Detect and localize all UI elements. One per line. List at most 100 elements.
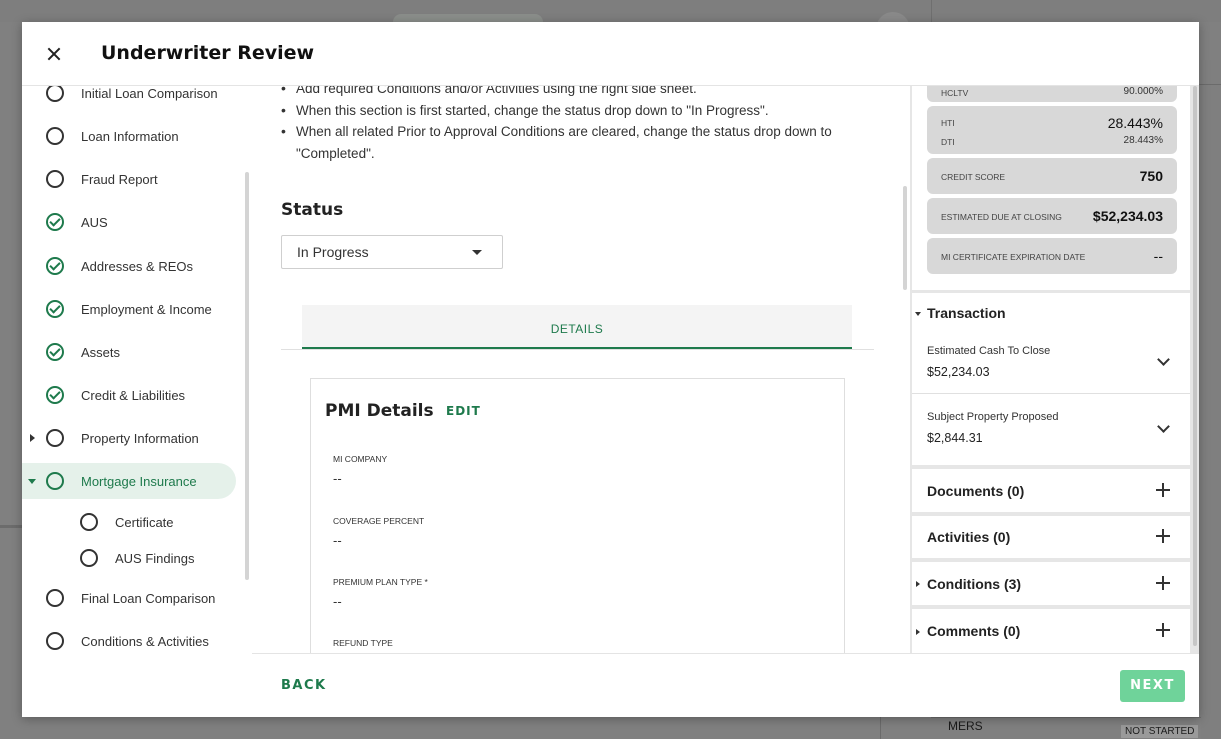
tab-divider <box>281 349 874 350</box>
transaction-section: Transaction Estimated Cash To Close $52,… <box>912 293 1190 465</box>
nav-item-label: Credit & Liabilities <box>81 387 186 403</box>
section-nav: Initial Loan Comparison Loan Information… <box>22 86 252 653</box>
background-status-badge: NOT STARTED <box>1121 725 1199 738</box>
nav-item-mortgage-insurance[interactable]: Mortgage Insurance <box>22 463 236 499</box>
tab-bar: DETAILS <box>302 305 852 349</box>
status-dropdown[interactable]: In Progress <box>281 235 503 269</box>
modal-title: Underwriter Review <box>101 42 315 64</box>
cash-to-close-row[interactable]: Estimated Cash To Close $52,234.03 <box>912 339 1190 394</box>
caret-right-icon[interactable] <box>30 434 35 442</box>
add-condition-icon[interactable] <box>1156 576 1170 590</box>
mi-company-value: -- <box>333 471 342 486</box>
documents-section[interactable]: Documents (0) <box>912 469 1190 512</box>
scrollbar-thumb[interactable] <box>1193 86 1197 646</box>
next-button[interactable]: NEXT <box>1120 670 1185 702</box>
conditions-title[interactable]: Conditions (3) <box>927 576 1021 592</box>
nav-item-assets[interactable]: Assets <box>22 334 236 370</box>
nav-item-property-information[interactable]: Property Information <box>22 420 236 456</box>
tab-details[interactable]: DETAILS <box>302 305 852 349</box>
instructions-list: Add required Conditions and/or Activitie… <box>281 86 876 164</box>
subject-property-row[interactable]: Subject Property Proposed $2,844.31 <box>912 396 1190 462</box>
estimated-due-value: $52,234.03 <box>1092 208 1163 224</box>
caret-down-icon[interactable] <box>915 312 921 316</box>
status-empty-icon <box>46 632 64 650</box>
activities-title[interactable]: Activities (0) <box>927 529 1010 545</box>
dropdown-arrow-icon <box>472 250 482 255</box>
nav-item-label: Employment & Income <box>81 301 212 317</box>
chevron-down-icon[interactable] <box>1157 353 1170 366</box>
pmi-details-card: PMI Details EDIT MI COMPANY -- COVERAGE … <box>310 378 845 653</box>
cash-to-close-label: Estimated Cash To Close <box>927 345 1051 357</box>
chevron-down-icon[interactable] <box>1157 420 1170 433</box>
premium-plan-type-label: PREMIUM PLAN TYPE * <box>333 577 428 587</box>
nav-item-final-loan-comparison[interactable]: Final Loan Comparison <box>22 580 236 616</box>
check-circle-icon <box>46 300 64 318</box>
check-circle-icon <box>46 343 64 361</box>
nav-item-addresses-reos[interactable]: Addresses & REOs <box>22 248 236 284</box>
comments-section[interactable]: Comments (0) <box>912 609 1190 653</box>
close-icon[interactable] <box>42 42 66 66</box>
coverage-percent-label: COVERAGE PERCENT <box>333 516 425 526</box>
check-circle-icon <box>46 213 64 231</box>
caret-right-icon[interactable] <box>916 629 920 635</box>
add-document-icon[interactable] <box>1156 483 1170 497</box>
nav-item-credit-liabilities[interactable]: Credit & Liabilities <box>22 377 236 413</box>
content-scrollbar[interactable] <box>903 186 907 290</box>
credit-score-label: CREDIT SCORE <box>941 172 1006 182</box>
check-circle-icon <box>46 257 64 275</box>
nav-item-label: Property Information <box>81 430 199 446</box>
background-bottom-line <box>880 717 881 739</box>
back-button[interactable]: BACK <box>281 678 327 693</box>
premium-plan-type-value: -- <box>333 594 342 609</box>
nav-item-initial-loan-comparison[interactable]: Initial Loan Comparison <box>22 86 236 111</box>
side-sheet-scrollbar[interactable] <box>1191 86 1199 653</box>
activities-section[interactable]: Activities (0) <box>912 516 1190 558</box>
add-comment-icon[interactable] <box>1156 623 1170 637</box>
nav-item-loan-information[interactable]: Loan Information <box>22 118 236 154</box>
background-right-line <box>1199 84 1221 85</box>
nav-scrollbar[interactable] <box>245 172 249 580</box>
hti-value: 28.443% <box>1107 115 1163 131</box>
nav-item-employment-income[interactable]: Employment & Income <box>22 291 236 327</box>
add-activity-icon[interactable] <box>1156 529 1170 543</box>
transaction-title[interactable]: Transaction <box>927 305 1006 321</box>
nav-subitem-certificate[interactable]: Certificate <box>22 504 236 540</box>
ltv-value: 90.000% <box>1123 86 1163 97</box>
loan-metrics: HCLTV 90.000% HTI 28.443% DTI 28.443% CR… <box>912 86 1190 290</box>
comments-title[interactable]: Comments (0) <box>927 623 1020 639</box>
mi-expiration-label: MI CERTIFICATE EXPIRATION DATE <box>941 252 1086 262</box>
subject-property-value: $2,844.31 <box>927 431 983 445</box>
coverage-percent-value: -- <box>333 533 342 548</box>
nav-item-label: Certificate <box>115 514 174 530</box>
nav-item-aus[interactable]: AUS <box>22 204 236 240</box>
credit-score-metric: CREDIT SCORE 750 <box>927 158 1177 194</box>
modal-header: Underwriter Review <box>22 22 1199 86</box>
caret-down-icon[interactable] <box>28 478 36 484</box>
status-empty-icon <box>46 170 64 188</box>
nav-subitem-aus-findings[interactable]: AUS Findings <box>22 540 236 576</box>
nav-item-label: Fraud Report <box>81 171 158 187</box>
background-topbar <box>0 0 1221 22</box>
main-content: Add required Conditions and/or Activitie… <box>252 86 912 653</box>
status-empty-icon <box>46 472 64 490</box>
pmi-edit-button[interactable]: EDIT <box>446 404 481 418</box>
caret-right-icon[interactable] <box>916 581 920 587</box>
nav-item-fraud-report[interactable]: Fraud Report <box>22 161 236 197</box>
nav-item-label: AUS Findings <box>115 550 195 566</box>
instruction-item: When this section is first started, chan… <box>281 100 876 122</box>
status-empty-icon <box>46 589 64 607</box>
ltv-metric: HCLTV 90.000% <box>927 86 1177 102</box>
nav-item-label: Assets <box>81 344 121 360</box>
conditions-section[interactable]: Conditions (3) <box>912 562 1190 605</box>
nav-item-conditions-activities[interactable]: Conditions & Activities <box>22 623 236 653</box>
instruction-item: When all related Prior to Approval Condi… <box>281 121 876 164</box>
status-empty-icon <box>46 127 64 145</box>
background-divider-left <box>0 525 22 528</box>
nav-item-label: Loan Information <box>81 128 179 144</box>
nav-item-label: AUS <box>81 214 108 230</box>
status-empty-icon <box>80 549 98 567</box>
instruction-item: Add required Conditions and/or Activitie… <box>281 86 876 100</box>
mi-expiration-value: -- <box>1153 248 1163 264</box>
cash-to-close-value: $52,234.03 <box>927 365 990 379</box>
documents-title[interactable]: Documents (0) <box>927 483 1024 499</box>
